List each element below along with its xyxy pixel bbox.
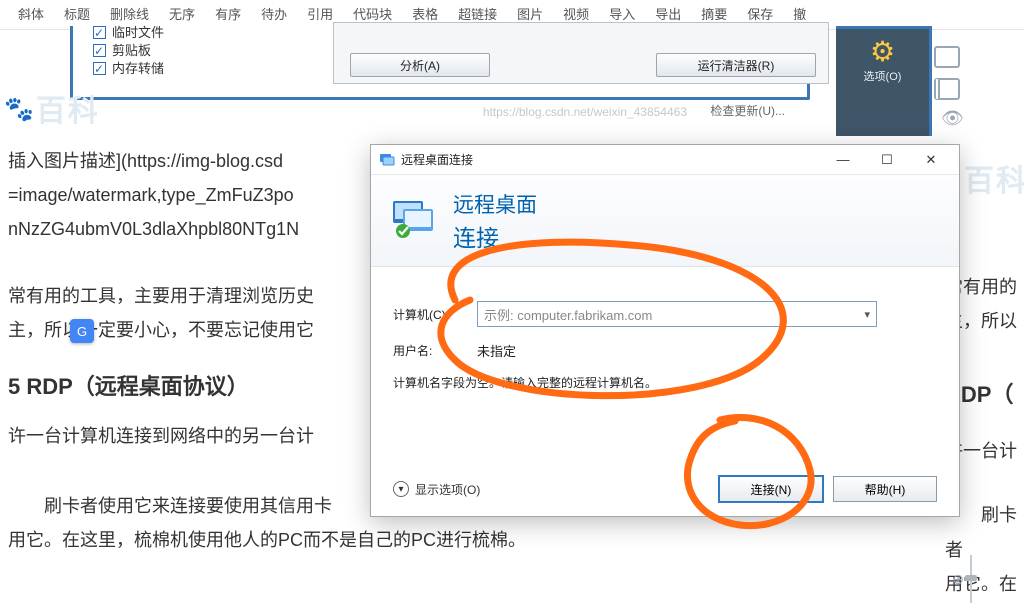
maximize-button[interactable]: ☐ bbox=[865, 146, 909, 174]
zoom-slider[interactable] bbox=[970, 555, 972, 603]
computer-combobox[interactable]: 示例: computer.fabrikam.com ▾ bbox=[477, 301, 877, 327]
tool-table[interactable]: 表格 bbox=[412, 4, 438, 23]
close-button[interactable]: ✕ bbox=[909, 146, 953, 174]
tool-export[interactable]: 导出 bbox=[655, 4, 681, 23]
help-button[interactable]: 帮助(H) bbox=[833, 476, 937, 502]
tool-image[interactable]: 图片 bbox=[517, 4, 543, 23]
tool-italic[interactable]: 斜体 bbox=[18, 4, 44, 23]
tool-video[interactable]: 视频 bbox=[563, 4, 589, 23]
username-value: 未指定 bbox=[477, 341, 516, 360]
tool-todo[interactable]: 待办 bbox=[261, 4, 287, 23]
tool-code[interactable]: 代码块 bbox=[353, 4, 392, 23]
google-translate-icon[interactable]: G bbox=[70, 319, 94, 343]
banner-title: 远程桌面 bbox=[453, 189, 537, 219]
rdp-dialog: 远程桌面连接 — ☐ ✕ 远程桌面 连接 计算机(C): 示例: compute… bbox=[370, 144, 960, 517]
connect-button[interactable]: 连接(N) bbox=[719, 476, 823, 502]
blog-paragraph: 用它。在这里，梳棉机使用他人的PC而不是自己的PC进行梳棉。 bbox=[0, 523, 1024, 557]
computer-placeholder: 示例: computer.fabrikam.com bbox=[484, 305, 652, 324]
minimize-button[interactable]: — bbox=[821, 146, 865, 174]
titlebar: 远程桌面连接 — ☐ ✕ bbox=[371, 145, 959, 175]
tool-summary[interactable]: 摘要 bbox=[701, 4, 727, 23]
hint-text: 计算机名字段为空。请输入完整的远程计算机名。 bbox=[393, 374, 937, 391]
tool-heading[interactable]: 标题 bbox=[64, 4, 90, 23]
banner-subtitle: 连接 bbox=[453, 219, 537, 253]
tool-link[interactable]: 超链接 bbox=[458, 4, 497, 23]
crosshair-icon[interactable]: ⊕ bbox=[952, 571, 964, 588]
rdp-icon bbox=[379, 152, 395, 168]
chevron-down-circle-icon: ▾ bbox=[393, 481, 409, 497]
tool-quote[interactable]: 引用 bbox=[307, 4, 333, 23]
rdp-banner: 远程桌面 连接 bbox=[371, 175, 959, 267]
tool-undo[interactable]: 撤 bbox=[793, 4, 806, 23]
tool-import[interactable]: 导入 bbox=[609, 4, 635, 23]
tool-strike[interactable]: 删除线 bbox=[110, 4, 149, 23]
username-label: 用户名: bbox=[393, 342, 477, 359]
tool-ul[interactable]: 无序 bbox=[169, 4, 195, 23]
tool-save[interactable]: 保存 bbox=[747, 4, 773, 23]
show-options-toggle[interactable]: ▾ 显示选项(O) bbox=[393, 481, 480, 498]
tool-ol[interactable]: 有序 bbox=[215, 4, 241, 23]
rdp-large-icon bbox=[389, 195, 441, 247]
computer-label: 计算机(C): bbox=[393, 306, 477, 323]
window-title: 远程桌面连接 bbox=[401, 151, 821, 168]
chevron-down-icon[interactable]: ▾ bbox=[864, 308, 870, 321]
zoom-control[interactable]: ⊕ bbox=[952, 555, 972, 603]
show-options-label: 显示选项(O) bbox=[415, 481, 480, 498]
